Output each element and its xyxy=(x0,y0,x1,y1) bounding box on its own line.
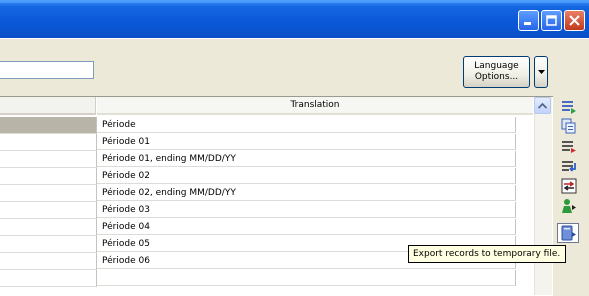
language-options-button[interactable]: Language Options... xyxy=(463,56,530,88)
minimize-button[interactable] xyxy=(518,10,539,31)
language-options-dropdown[interactable] xyxy=(534,56,548,88)
import-records-button[interactable] xyxy=(560,158,578,174)
chevron-down-icon xyxy=(537,69,545,74)
table-row[interactable]: Période 02, ending MM/DD/YY xyxy=(0,185,517,202)
row-key-cell[interactable] xyxy=(0,185,97,202)
delete-record-button[interactable] xyxy=(560,138,578,154)
translation-cell[interactable] xyxy=(97,270,516,286)
close-button[interactable] xyxy=(564,10,585,31)
copy-records-icon xyxy=(561,118,576,134)
table-row[interactable]: Période 01 xyxy=(0,134,517,151)
row-key-cell[interactable] xyxy=(0,117,97,134)
maximize-button[interactable] xyxy=(541,10,562,31)
vertical-scrollbar[interactable] xyxy=(534,97,552,295)
maximize-icon xyxy=(546,15,557,26)
table-row[interactable]: Période 03 xyxy=(0,202,517,219)
user-export-button[interactable] xyxy=(560,198,578,214)
export-temp-file-icon xyxy=(561,225,576,241)
language-button-line2: Options... xyxy=(474,72,519,82)
translation-cell[interactable]: Période xyxy=(97,117,516,133)
minimize-icon xyxy=(524,22,531,25)
translation-cell[interactable]: Période 02, ending MM/DD/YY xyxy=(97,185,516,201)
table-row[interactable] xyxy=(0,270,517,287)
chevron-up-icon xyxy=(538,102,547,109)
translation-cell[interactable]: Période 01 xyxy=(97,134,516,150)
row-key-cell[interactable] xyxy=(0,219,97,236)
row-key-cell[interactable] xyxy=(0,134,97,151)
table-row[interactable]: Période 02 xyxy=(0,168,517,185)
insert-record-icon xyxy=(562,101,576,114)
column-header-key[interactable] xyxy=(0,97,96,115)
translation-cell[interactable]: Période 02 xyxy=(97,168,516,184)
delete-record-icon xyxy=(562,141,576,153)
table-row[interactable]: Période 01, ending MM/DD/YY xyxy=(0,151,517,168)
toolbar-divider xyxy=(0,38,589,39)
scroll-up-button[interactable] xyxy=(534,97,551,114)
tooltip: Export records to temporary file. xyxy=(408,245,566,263)
row-key-cell[interactable] xyxy=(0,270,97,287)
copy-records-button[interactable] xyxy=(560,118,578,134)
row-key-cell[interactable] xyxy=(0,202,97,219)
table-row[interactable]: Période xyxy=(0,117,517,134)
close-icon xyxy=(569,15,580,26)
user-export-icon xyxy=(562,199,576,213)
export-temp-file-button[interactable] xyxy=(557,223,579,243)
translation-cell[interactable]: Période 03 xyxy=(97,202,516,218)
title-bar-highlight xyxy=(0,0,589,3)
language-button-line1: Language xyxy=(474,61,519,71)
import-records-icon xyxy=(562,161,576,172)
insert-record-button[interactable] xyxy=(560,99,578,115)
search-input[interactable] xyxy=(0,61,94,79)
table-row[interactable]: Période 04 xyxy=(0,219,517,236)
title-bar xyxy=(0,0,589,38)
row-key-cell[interactable] xyxy=(0,151,97,168)
row-key-cell[interactable] xyxy=(0,168,97,185)
translation-cell[interactable]: Période 01, ending MM/DD/YY xyxy=(97,151,516,167)
row-key-cell[interactable] xyxy=(0,236,97,253)
row-key-cell[interactable] xyxy=(0,253,97,270)
column-header-translation[interactable]: Translation xyxy=(97,97,533,115)
translation-cell[interactable]: Période 04 xyxy=(97,219,516,235)
replace-icon xyxy=(561,178,577,194)
replace-button[interactable] xyxy=(560,178,578,194)
